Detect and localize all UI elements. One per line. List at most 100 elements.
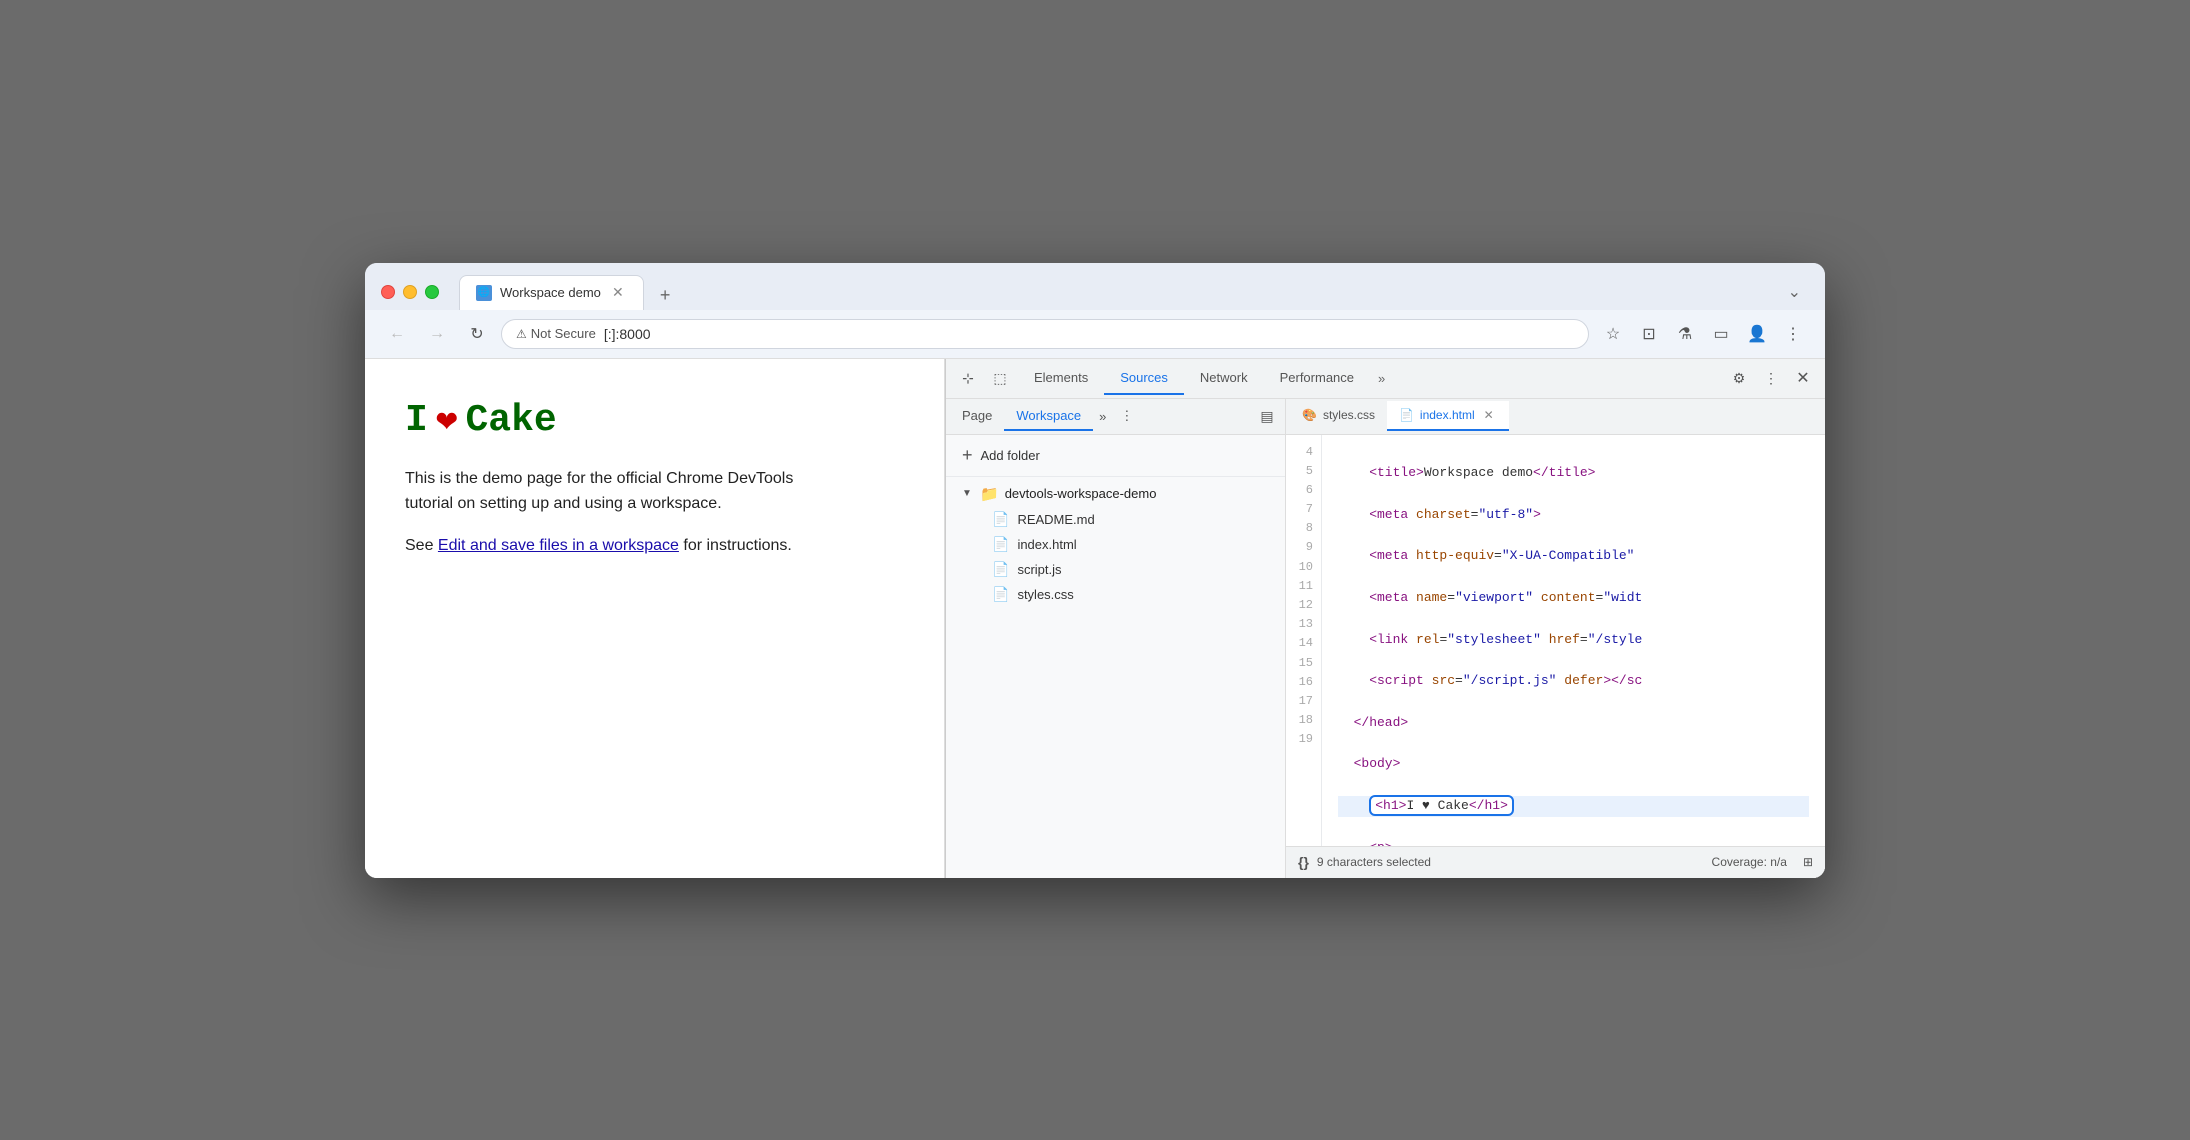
back-button[interactable]: ←: [381, 318, 413, 350]
close-window-button[interactable]: [381, 285, 395, 299]
workspace-tab[interactable]: Workspace: [1004, 402, 1093, 431]
sidebar-menu-button[interactable]: ⋮: [1114, 404, 1139, 428]
devtools-settings-button[interactable]: ⚙: [1725, 364, 1753, 392]
tab-sources[interactable]: Sources: [1104, 362, 1184, 395]
devtools-toolbar: ⊹ ⬚ Elements Sources Network: [946, 359, 1825, 399]
page-tab[interactable]: Page: [950, 402, 1004, 431]
tab-title: Workspace demo: [500, 285, 601, 300]
workspace-folder[interactable]: ▼ 📁 devtools-workspace-demo: [946, 481, 1285, 507]
tab-dropdown-button[interactable]: ⌄: [1780, 278, 1809, 306]
folder-name: devtools-workspace-demo: [1005, 486, 1157, 501]
address-text: [:]:8000: [604, 326, 651, 342]
file-scriptjs-name: script.js: [1017, 562, 1061, 577]
code-editor-tabs: 🎨 styles.css 📄 index.html ✕: [1286, 399, 1825, 435]
more-tabs-button[interactable]: »: [1370, 367, 1393, 390]
title-bar: 🌐 Workspace demo ✕ + ⌄: [365, 263, 1825, 310]
new-tab-button[interactable]: +: [652, 281, 679, 310]
code-tab-styles-css[interactable]: 🎨 styles.css: [1290, 402, 1387, 430]
code-content[interactable]: 4 5 6 7 8 9 10 11 12 13 14 15 16: [1286, 435, 1825, 846]
close-icon: ✕: [1796, 368, 1809, 388]
not-secure-label: Not Secure: [531, 326, 596, 341]
add-folder-label: Add folder: [981, 448, 1040, 463]
forward-button[interactable]: →: [421, 318, 453, 350]
styles-css-file-icon: 🎨: [1302, 408, 1317, 422]
cursor-tool-button[interactable]: ⊹: [954, 364, 982, 392]
page-content: I ❤ Cake This is the demo page for the o…: [365, 359, 945, 878]
heading-suffix: Cake: [466, 399, 557, 442]
not-secure-indicator: ⚠ Not Secure: [516, 326, 596, 341]
sidebar-more-button[interactable]: »: [1093, 405, 1112, 428]
page-paragraph-1: This is the demo page for the official C…: [405, 466, 845, 517]
address-bar[interactable]: ⚠ Not Secure [:]:8000: [501, 319, 1589, 349]
page-paragraph-2: See Edit and save files in a workspace f…: [405, 533, 845, 559]
devtools-menu-button[interactable]: ⋮: [1757, 364, 1785, 392]
devtools-close-button[interactable]: ✕: [1789, 364, 1817, 392]
page-heading: I ❤ Cake: [405, 399, 904, 442]
index-html-file-icon: 📄: [1399, 408, 1414, 422]
body-p2-prefix: See: [405, 537, 438, 554]
file-script-js[interactable]: 📄 script.js: [946, 557, 1285, 582]
file-tree: ▼ 📁 devtools-workspace-demo 📄 README.md …: [946, 477, 1285, 878]
coverage-label: Coverage: n/a: [1712, 855, 1787, 869]
tab-favicon: 🌐: [476, 285, 492, 301]
workspace-link[interactable]: Edit and save files in a workspace: [438, 537, 679, 554]
format-icon[interactable]: {}: [1298, 854, 1309, 870]
sources-sidebar: Page Workspace » ⋮ ▤ + Add: [946, 399, 1286, 878]
file-styles-css[interactable]: 📄 styles.css: [946, 582, 1285, 607]
navigation-bar: ← → ↻ ⚠ Not Secure [:]:8000 ☆ ⊡ ⚗: [365, 310, 1825, 358]
body-p2-suffix: for instructions.: [679, 537, 792, 554]
tab-performance[interactable]: Performance: [1264, 362, 1370, 395]
close-tab-button[interactable]: ✕: [1481, 407, 1497, 423]
file-indexhtml-name: index.html: [1017, 537, 1076, 552]
tab-network[interactable]: Network: [1184, 362, 1264, 395]
md-file-icon: 📄: [992, 511, 1009, 528]
profile-button[interactable]: 👤: [1741, 318, 1773, 350]
minimize-window-button[interactable]: [403, 285, 417, 299]
devtools-body: Page Workspace » ⋮ ▤ + Add: [946, 399, 1825, 878]
chrome-menu-button[interactable]: ⋮: [1777, 318, 1809, 350]
devtools-toolbar-right: ⚙ ⋮ ✕: [1725, 364, 1817, 392]
code-editor: 🎨 styles.css 📄 index.html ✕ 4: [1286, 399, 1825, 878]
reading-list-button[interactable]: ▭: [1705, 318, 1737, 350]
code-tab-index-html[interactable]: 📄 index.html ✕: [1387, 401, 1509, 431]
tab-elements[interactable]: Elements: [1018, 362, 1104, 395]
devtools-status-bar: {} 9 characters selected Coverage: n/a ⊞: [1286, 846, 1825, 878]
file-readme[interactable]: 📄 README.md: [946, 507, 1285, 532]
labs-button[interactable]: ⚗: [1669, 318, 1701, 350]
add-folder-button[interactable]: + Add folder: [946, 435, 1285, 477]
cursor-icon: ⊹: [962, 370, 974, 387]
html-file-icon: 📄: [992, 536, 1009, 553]
inspect-icon: ⬚: [993, 370, 1006, 387]
main-area: I ❤ Cake This is the demo page for the o…: [365, 358, 1825, 878]
file-stylescss-name: styles.css: [1017, 587, 1073, 602]
js-file-icon: 📄: [992, 561, 1009, 578]
maximize-window-button[interactable]: [425, 285, 439, 299]
selected-chars-label: 9 characters selected: [1317, 855, 1431, 869]
refresh-button[interactable]: ↻: [461, 318, 493, 350]
devtools-menu-icon: ⋮: [1764, 370, 1778, 387]
devtools-panel: ⊹ ⬚ Elements Sources Network: [945, 359, 1825, 878]
bookmark-button[interactable]: ☆: [1597, 318, 1629, 350]
sidebar-toggle-button[interactable]: ▤: [1253, 402, 1281, 430]
settings-icon: ⚙: [1733, 370, 1746, 387]
active-tab[interactable]: 🌐 Workspace demo ✕: [459, 275, 644, 310]
nav-action-icons: ☆ ⊡ ⚗ ▭ 👤 ⋮: [1597, 318, 1809, 350]
line-numbers: 4 5 6 7 8 9 10 11 12 13 14 15 16: [1286, 435, 1322, 846]
page-body: This is the demo page for the official C…: [405, 466, 845, 559]
file-index-html[interactable]: 📄 index.html: [946, 532, 1285, 557]
extensions-button[interactable]: ⊡: [1633, 318, 1665, 350]
status-left: {} 9 characters selected: [1298, 854, 1431, 870]
code-lines: <title>Workspace demo</title> <meta char…: [1322, 435, 1825, 846]
status-right: Coverage: n/a ⊞: [1712, 855, 1813, 869]
tab-close-button[interactable]: ✕: [609, 284, 627, 302]
browser-tabs: 🌐 Workspace demo ✕ +: [459, 275, 1768, 310]
inspect-element-button[interactable]: ⬚: [986, 364, 1014, 392]
folder-arrow-icon: ▼: [962, 488, 974, 499]
folder-icon: 📁: [980, 485, 999, 503]
css-file-icon: 📄: [992, 586, 1009, 603]
browser-window: 🌐 Workspace demo ✕ + ⌄ ← → ↻ ⚠ Not Secur…: [365, 263, 1825, 878]
index-html-tab-label: index.html: [1420, 408, 1475, 422]
devtools-tabs: Elements Sources Network Performance »: [1018, 362, 1721, 395]
screenshot-icon[interactable]: ⊞: [1803, 855, 1813, 869]
file-readme-name: README.md: [1017, 512, 1094, 527]
